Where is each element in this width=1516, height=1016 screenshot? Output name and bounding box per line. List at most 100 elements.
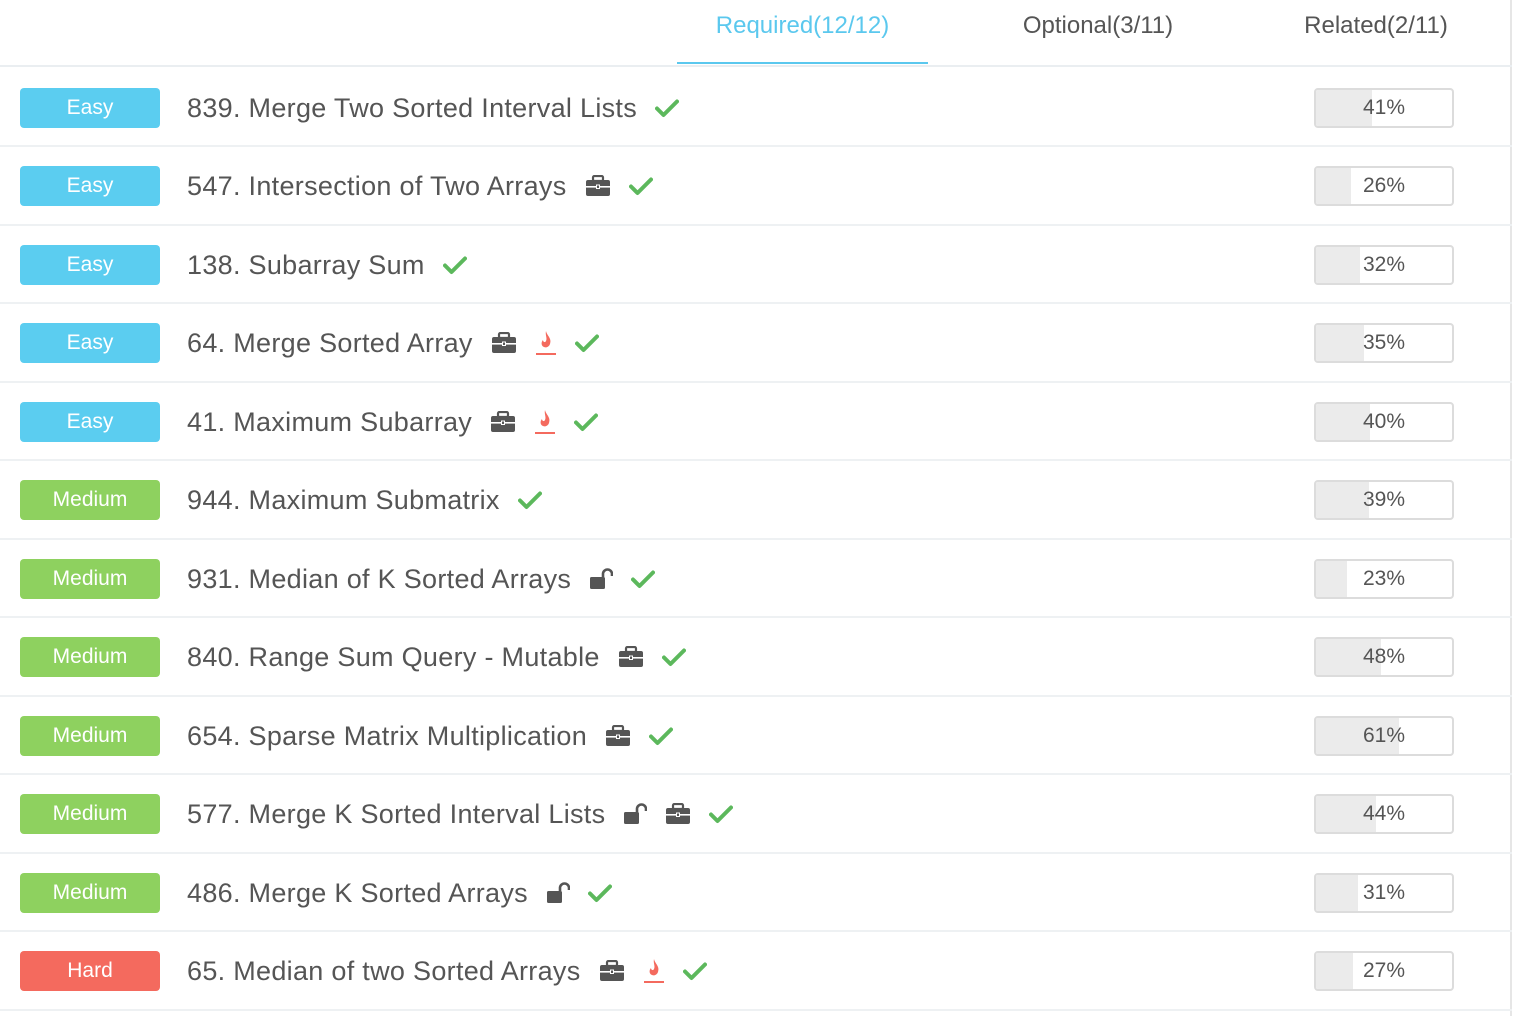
acceptance-rate-bar: 39%: [1314, 480, 1454, 520]
check-icon: [655, 98, 680, 118]
unlock-icon: [623, 803, 648, 825]
unlock-icon: [546, 882, 570, 904]
acceptance-rate-label: 61%: [1362, 724, 1406, 747]
acceptance-rate-bar: 61%: [1314, 716, 1454, 756]
problem-title-link[interactable]: 486. Merge K Sorted Arrays: [187, 878, 528, 909]
acceptance-rate-bar: 32%: [1314, 245, 1454, 285]
problem-title-link[interactable]: 931. Median of K Sorted Arrays: [187, 564, 571, 595]
problem-list: Easy 839. Merge Two Sorted Interval Lists…: [0, 69, 1512, 1011]
problem-title-group: 41. Maximum Subarray: [187, 383, 599, 461]
difficulty-badge: Medium: [20, 480, 160, 520]
problem-row[interactable]: Easy 64. Merge Sorted Array 35%: [0, 304, 1512, 383]
acceptance-rate-bar: 35%: [1314, 323, 1454, 363]
check-icon: [631, 569, 656, 589]
problem-title-group: 547. Intersection of Two Arrays: [187, 147, 653, 225]
problem-title-link[interactable]: 839. Merge Two Sorted Interval Lists: [187, 93, 637, 124]
tab-required[interactable]: Required(12/12): [677, 0, 928, 64]
difficulty-badge: Easy: [20, 245, 160, 285]
difficulty-badge: Easy: [20, 323, 160, 363]
acceptance-rate-bar: 27%: [1314, 951, 1454, 991]
difficulty-badge: Easy: [20, 166, 160, 206]
acceptance-rate-bar: 26%: [1314, 166, 1454, 206]
check-icon: [587, 883, 612, 903]
fire-icon: [534, 409, 556, 435]
acceptance-rate-bar: 23%: [1314, 559, 1454, 599]
problem-title-link[interactable]: 138. Subarray Sum: [187, 250, 425, 281]
check-icon: [574, 412, 599, 432]
acceptance-rate-bar: 48%: [1314, 637, 1454, 677]
fire-icon: [643, 958, 665, 984]
difficulty-badge: Medium: [20, 637, 160, 677]
acceptance-rate-label: 44%: [1362, 802, 1406, 825]
difficulty-badge: Medium: [20, 873, 160, 913]
acceptance-rate-label: 48%: [1362, 645, 1406, 668]
acceptance-rate-label: 27%: [1362, 959, 1406, 982]
problem-row[interactable]: Medium 577. Merge K Sorted Interval Lists…: [0, 775, 1512, 854]
problem-title-group: 944. Maximum Submatrix: [187, 461, 542, 539]
problem-title-group: 65. Median of two Sorted Arrays: [187, 932, 707, 1010]
problem-row[interactable]: Medium 944. Maximum Submatrix 39%: [0, 461, 1512, 540]
check-icon: [574, 333, 599, 353]
problem-row[interactable]: Easy 138. Subarray Sum 32%: [0, 226, 1512, 304]
briefcase-icon: [665, 803, 691, 825]
problem-row[interactable]: Easy 839. Merge Two Sorted Interval Lists…: [0, 69, 1512, 147]
problem-row[interactable]: Hard 65. Median of two Sorted Arrays 27%: [0, 932, 1512, 1011]
acceptance-rate-label: 41%: [1362, 96, 1406, 119]
check-icon: [628, 176, 653, 196]
difficulty-badge: Medium: [20, 794, 160, 834]
difficulty-badge: Easy: [20, 88, 160, 128]
check-icon: [709, 804, 734, 824]
difficulty-badge: Hard: [20, 951, 160, 991]
acceptance-rate-label: 26%: [1362, 174, 1406, 197]
briefcase-icon: [599, 960, 625, 982]
check-icon: [682, 961, 707, 981]
acceptance-rate-label: 23%: [1362, 567, 1406, 590]
acceptance-rate-label: 32%: [1362, 253, 1406, 276]
problem-title-link[interactable]: 547. Intersection of Two Arrays: [187, 171, 567, 202]
problem-row[interactable]: Medium 654. Sparse Matrix Multiplication 6…: [0, 697, 1512, 775]
briefcase-icon: [618, 646, 644, 668]
problem-title-link[interactable]: 577. Merge K Sorted Interval Lists: [187, 799, 605, 830]
acceptance-rate-label: 39%: [1362, 488, 1406, 511]
problem-row[interactable]: Easy 547. Intersection of Two Arrays 26%: [0, 147, 1512, 226]
problem-title-link[interactable]: 654. Sparse Matrix Multiplication: [187, 721, 587, 752]
fire-icon: [535, 330, 557, 356]
difficulty-badge: Easy: [20, 402, 160, 442]
problem-row[interactable]: Medium 931. Median of K Sorted Arrays 23%: [0, 540, 1512, 618]
problem-title-group: 138. Subarray Sum: [187, 226, 467, 304]
acceptance-rate-bar: 31%: [1314, 873, 1454, 913]
acceptance-rate-label: 31%: [1362, 881, 1406, 904]
acceptance-rate-bar: 44%: [1314, 794, 1454, 834]
check-icon: [517, 490, 542, 510]
problem-title-group: 486. Merge K Sorted Arrays: [187, 854, 612, 932]
problem-title-group: 840. Range Sum Query - Mutable: [187, 618, 686, 696]
problem-title-link[interactable]: 840. Range Sum Query - Mutable: [187, 642, 600, 673]
problem-title-link[interactable]: 41. Maximum Subarray: [187, 407, 472, 438]
acceptance-rate-bar: 41%: [1314, 88, 1454, 128]
problem-title-group: 931. Median of K Sorted Arrays: [187, 540, 656, 618]
problem-title-group: 839. Merge Two Sorted Interval Lists: [187, 69, 680, 147]
problem-row[interactable]: Medium 486. Merge K Sorted Arrays 31%: [0, 854, 1512, 932]
problem-title-group: 64. Merge Sorted Array: [187, 304, 599, 382]
acceptance-rate-label: 35%: [1362, 331, 1406, 354]
difficulty-badge: Medium: [20, 559, 160, 599]
tab-bar: Required(12/12) Optional(3/11) Related(2…: [0, 0, 1512, 67]
problem-title-group: 577. Merge K Sorted Interval Lists: [187, 775, 734, 853]
problem-row[interactable]: Medium 840. Range Sum Query - Mutable 48%: [0, 618, 1512, 697]
briefcase-icon: [585, 175, 611, 197]
briefcase-icon: [605, 725, 631, 747]
briefcase-icon: [490, 411, 516, 433]
check-icon: [649, 726, 674, 746]
problem-row[interactable]: Easy 41. Maximum Subarray 40%: [0, 383, 1512, 461]
acceptance-rate-label: 40%: [1362, 410, 1406, 433]
unlock-icon: [589, 568, 614, 590]
problem-title-link[interactable]: 944. Maximum Submatrix: [187, 485, 500, 516]
check-icon: [661, 647, 686, 667]
problem-list-panel: Required(12/12) Optional(3/11) Related(2…: [0, 0, 1512, 1016]
tab-related[interactable]: Related(2/11): [1258, 0, 1494, 64]
tab-optional[interactable]: Optional(3/11): [980, 0, 1216, 64]
problem-title-link[interactable]: 64. Merge Sorted Array: [187, 328, 473, 359]
problem-title-link[interactable]: 65. Median of two Sorted Arrays: [187, 956, 581, 987]
check-icon: [442, 255, 467, 275]
problem-title-group: 654. Sparse Matrix Multiplication: [187, 697, 674, 775]
